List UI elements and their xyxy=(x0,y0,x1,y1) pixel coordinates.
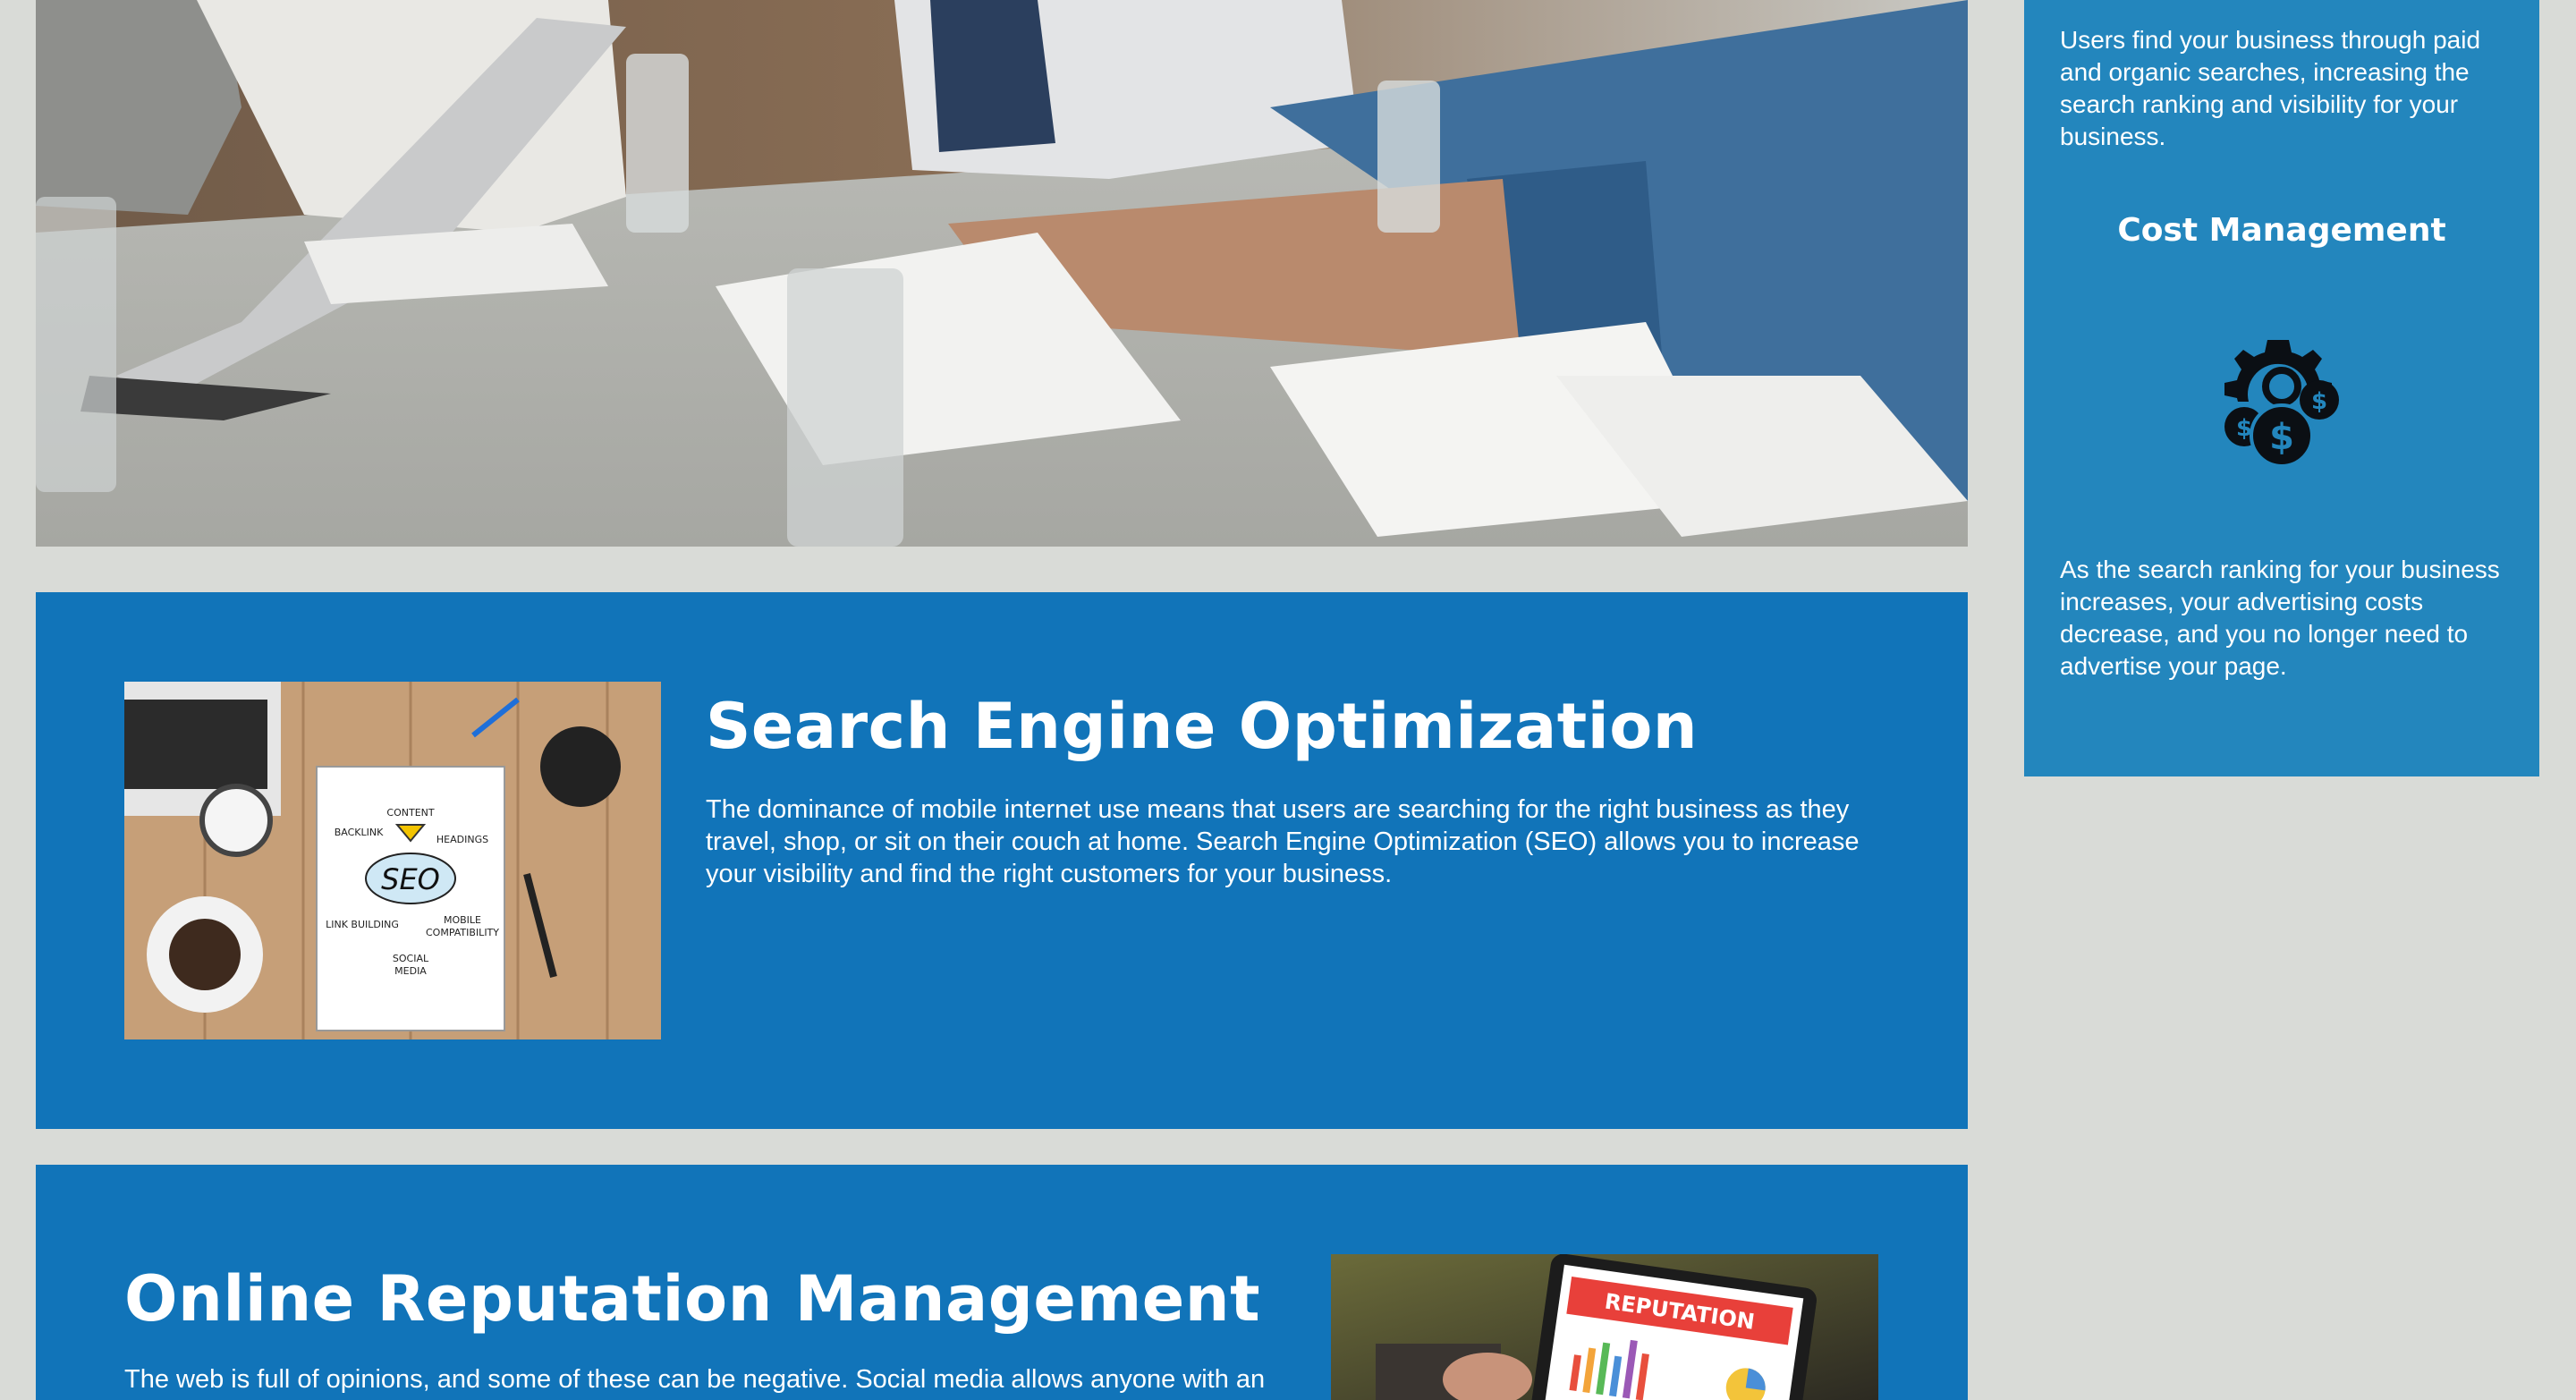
seo-image-label-content: CONTENT xyxy=(386,807,434,819)
seo-image: CONTENT BACKLINK HEADINGS LINK BUILDING … xyxy=(124,682,661,1039)
cost-management-text: As the search ranking for your business … xyxy=(2060,556,2500,680)
svg-text:$: $ xyxy=(2269,417,2294,458)
orm-section: Online Reputation Management The web is … xyxy=(36,1165,1968,1400)
seo-image-label-mobile: MOBILE xyxy=(444,914,481,926)
svg-text:$: $ xyxy=(2236,415,2252,442)
seo-image-label-media: MEDIA xyxy=(394,965,427,977)
seo-image-label-headings: HEADINGS xyxy=(436,834,488,845)
orm-heading: Online Reputation Management xyxy=(124,1262,1261,1336)
seo-image-label-backlink: BACKLINK xyxy=(335,827,384,838)
hero-image xyxy=(36,0,1968,547)
money-gear-icon: $ $ $ xyxy=(2210,333,2353,476)
seo-image-label-compatibility: COMPATIBILITY xyxy=(426,927,499,938)
sidebar-intro-text: Users find your business through paid an… xyxy=(2060,26,2481,150)
cost-management-heading: Cost Management xyxy=(2117,212,2446,249)
seo-image-label-link-building: LINK BUILDING xyxy=(326,919,399,930)
seo-image-label-seo: SEO xyxy=(381,862,440,896)
seo-text: The dominance of mobile internet use mea… xyxy=(706,795,1860,888)
seo-section: CONTENT BACKLINK HEADINGS LINK BUILDING … xyxy=(36,592,1968,1129)
seo-image-label-social: SOCIAL xyxy=(393,953,429,964)
seo-heading: Search Engine Optimization xyxy=(706,690,1699,763)
sidebar-panel: Users find your business through paid an… xyxy=(2024,0,2539,776)
reputation-image: REPUTATION xyxy=(1331,1254,1878,1400)
svg-text:$: $ xyxy=(2311,388,2327,415)
orm-text: The web is full of opinions, and some of… xyxy=(124,1365,1266,1394)
